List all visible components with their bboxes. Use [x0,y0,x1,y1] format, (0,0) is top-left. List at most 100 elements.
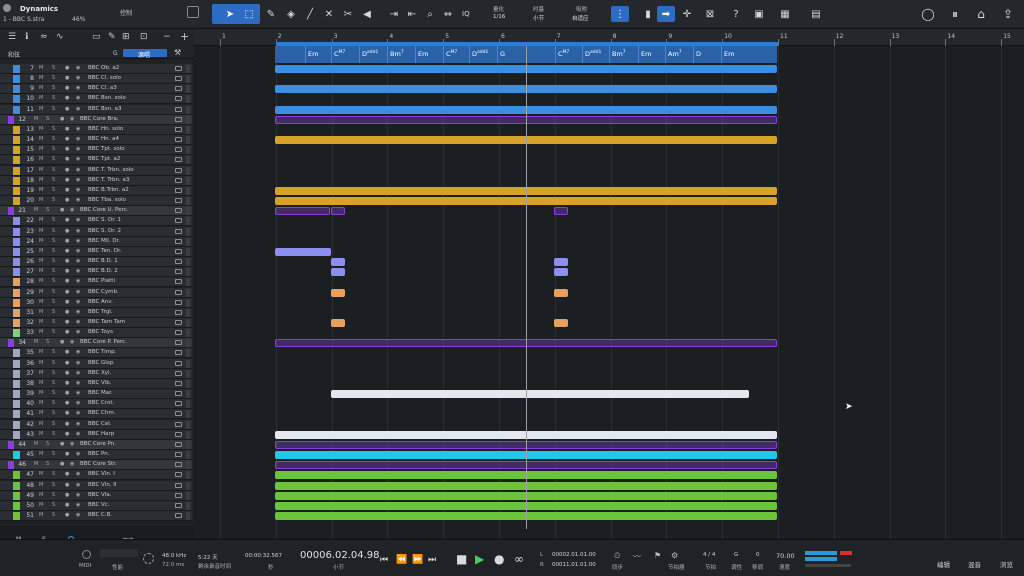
track-name[interactable]: BBC Mar. [88,390,113,396]
instrument-icon[interactable] [175,320,182,325]
autoscroll-icon[interactable]: ▮ [640,6,656,22]
mute-button[interactable]: M [34,441,38,447]
track-row[interactable]: 24 M S ● ◉ BBC Mil. Dr. [0,236,192,247]
monitor-icon[interactable]: ◉ [76,319,80,325]
snap-toggle-icon[interactable]: ⋮ [611,6,629,22]
stop-icon[interactable]: ■ [456,552,467,566]
track-color[interactable] [13,491,20,500]
record-arm-icon[interactable]: ● [60,339,64,345]
event-clip[interactable] [554,319,568,327]
mute-button[interactable]: M [39,136,43,142]
track-color[interactable] [13,420,20,429]
bar-number[interactable]: 14 [947,33,955,40]
app-icon[interactable] [3,4,11,12]
solo-button[interactable]: S [52,65,55,71]
track-name[interactable]: BBC Cl. solo [88,75,121,81]
mute-button[interactable]: M [39,431,43,437]
mute-button[interactable]: M [39,360,43,366]
monitor-icon[interactable]: ◉ [76,400,80,406]
track-name[interactable]: BBC Xyl. [88,370,111,376]
chord-event[interactable]: Em [724,50,734,58]
track-color[interactable] [13,288,20,297]
track-row[interactable]: 19 M S ● ◉ BBC B.Trbn. a2 [0,185,192,196]
instrument-icon[interactable] [175,513,182,519]
add-track-icon[interactable]: + [180,30,189,43]
instrument-icon[interactable] [175,462,182,468]
monitor-icon[interactable]: ◉ [70,441,74,447]
track-color[interactable] [13,166,20,175]
monitor-icon[interactable]: ◉ [76,471,80,477]
track-color[interactable] [13,176,20,185]
record-arm-icon[interactable]: ● [65,319,69,325]
track-color[interactable] [13,156,20,165]
folder-clip[interactable] [331,207,345,216]
chord-event[interactable]: G [500,50,505,58]
solo-button[interactable]: S [52,187,55,193]
track-color[interactable] [13,319,20,327]
track-row[interactable]: 33 M S ● ◉ BBC Toys [0,328,192,339]
solo-button[interactable]: S [52,299,55,305]
track-name[interactable]: BBC Core Bra. [80,116,119,122]
mute-button[interactable]: M [39,228,43,234]
track-row[interactable]: 36 M S ● ◉ BBC Glsp. [0,358,192,369]
grid-icon[interactable]: ⊞ [122,32,130,42]
instrument-icon[interactable] [175,340,182,346]
instrument-icon[interactable] [175,411,182,417]
record-arm-icon[interactable]: ● [65,65,69,71]
instrument-icon[interactable] [175,269,182,275]
track-name[interactable]: BBC Cl. a3 [88,85,117,91]
chord-event[interactable]: Dadd1 [585,50,601,58]
track-color[interactable] [13,379,20,388]
chord-event[interactable]: Bm7 [390,50,404,58]
track-color[interactable] [13,481,20,490]
mute-button[interactable]: M [39,471,43,477]
track-row[interactable]: 50 M S ● ◉ BBC Vc. [0,500,192,511]
solo-button[interactable]: S [46,339,49,345]
record-arm-icon[interactable]: ● [65,421,69,427]
mute-button[interactable]: M [39,217,43,223]
solo-button[interactable]: S [52,85,55,91]
mute-button[interactable]: M [39,146,43,152]
event-clip[interactable] [554,268,568,277]
event-clip[interactable] [331,390,749,399]
instrument-icon[interactable] [175,452,182,458]
chord-event[interactable]: Em [641,50,651,58]
record-arm-icon[interactable]: ● [65,451,69,457]
track-row[interactable]: 20 M S ● ◉ BBC Tba. solo [0,196,192,207]
monitor-icon[interactable]: ◉ [76,106,80,112]
track-name[interactable]: BBC Vln. II [88,482,117,488]
automation-icon[interactable]: ≈ [40,32,48,42]
solo-button[interactable]: S [52,309,55,315]
instrument-icon[interactable] [175,309,182,315]
export-icon[interactable]: ⇪ [1000,6,1016,22]
track-name[interactable]: BBC Tba. solo [88,197,126,203]
record-icon[interactable]: ● [494,552,504,566]
folder-track-row[interactable]: 21 M S ● ◉ BBC Core U. Perc. [0,206,192,217]
mute-button[interactable]: M [34,339,38,345]
record-arm-icon[interactable]: ● [65,471,69,477]
track-name[interactable]: BBC Vib. [88,380,111,386]
bar-number[interactable]: 12 [836,33,844,40]
folder-track-row[interactable]: 46 M S ● ◉ BBC Core Str. [0,460,192,471]
instrument-icon[interactable] [175,147,182,153]
solo-button[interactable]: S [52,217,55,223]
monitor-icon[interactable]: ◉ [76,228,80,234]
instrument-icon[interactable] [175,137,182,143]
layout-icon[interactable]: ▤ [808,6,824,22]
mute-button[interactable]: M [39,502,43,508]
solo-button[interactable]: S [46,207,49,213]
cursor-follow-icon[interactable]: ✛ [679,6,695,22]
track-row[interactable]: 47 M S ● ◉ BBC Vln. I [0,470,192,481]
quantize-value[interactable]: 1/16 [493,14,505,20]
event-clip[interactable] [331,288,345,297]
record-arm-icon[interactable]: ● [65,380,69,386]
mute-button[interactable]: M [34,116,38,122]
edit-icon[interactable]: ✎ [108,32,116,42]
mute-button[interactable]: M [39,85,43,91]
track-name[interactable]: BBC B.D. 1 [88,258,118,264]
instrument-icon[interactable] [175,299,182,305]
folder-clip[interactable] [554,207,568,216]
record-arm-icon[interactable]: ● [65,482,69,488]
bar-number[interactable]: 13 [892,33,900,40]
record-arm-icon[interactable]: ● [65,299,69,305]
